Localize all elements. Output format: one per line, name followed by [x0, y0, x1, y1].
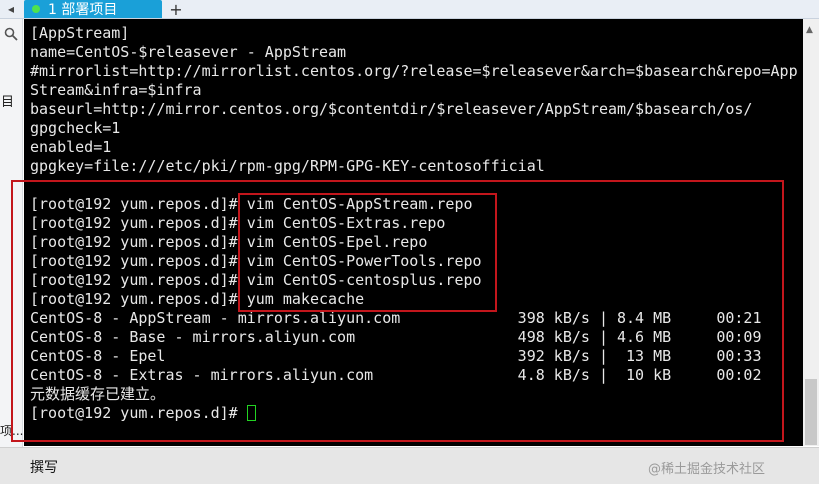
compose-bar: 撰写 @稀土掘金技术社区 — [0, 447, 819, 484]
annotation-box-commands — [238, 193, 497, 312]
watermark: @稀土掘金技术社区 — [648, 462, 766, 477]
add-tab-button[interactable]: + — [166, 0, 186, 19]
terminal-line: baseurl=http://mirror.centos.org/$conten… — [30, 100, 753, 118]
tab-session-deploy[interactable]: 1 部署项目 — [24, 0, 162, 18]
terminal-line: gpgcheck=1 — [30, 119, 121, 137]
tab-bar: ◂ 1 部署项目 + — [0, 0, 819, 19]
compose-label[interactable]: 撰写 — [30, 457, 58, 477]
terminal-line: [AppStream] — [30, 24, 130, 42]
terminal-line: Stream&infra=$infra — [30, 81, 202, 99]
tab-scroll-left-icon[interactable]: ◂ — [0, 0, 22, 18]
connection-status-icon — [32, 5, 40, 13]
terminal-line: gpgkey=file:///etc/pki/rpm-gpg/RPM-GPG-K… — [30, 157, 545, 175]
terminal-scrollbar[interactable]: ▲ — [803, 19, 819, 446]
terminal-line: #mirrorlist=http://mirrorlist.centos.org… — [30, 62, 798, 80]
scroll-up-icon[interactable]: ▲ — [806, 25, 813, 35]
terminal-line: enabled=1 — [30, 138, 112, 156]
tab-label: 1 部署项目 — [48, 2, 118, 18]
left-panel-label: 目 — [1, 95, 15, 110]
scrollbar-thumb[interactable] — [805, 379, 817, 445]
terminal-line: name=CentOS-$releasever - AppStream — [30, 43, 347, 61]
search-icon[interactable] — [4, 27, 18, 41]
